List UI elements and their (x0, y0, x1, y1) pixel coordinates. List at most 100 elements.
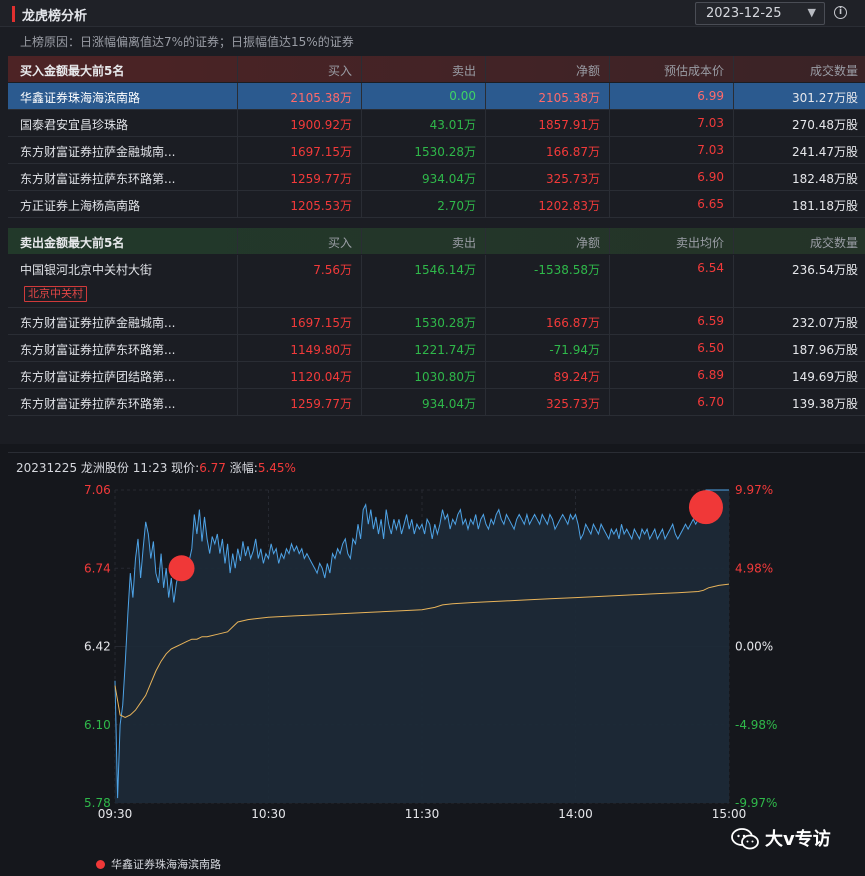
volume-value: 236.54万股 (792, 263, 858, 277)
net-amount: 325.73万 (546, 397, 600, 411)
legend-marker-icon (96, 860, 105, 869)
y-tick-left: 6.74 (84, 561, 111, 575)
price-value: 6.65 (697, 197, 724, 211)
volume-value: 149.69万股 (792, 370, 858, 384)
trade-marker[interactable] (168, 555, 195, 582)
broker-name: 中国银河北京中关村大街 (20, 263, 153, 277)
sell-amount: 1030.80万 (414, 370, 476, 384)
y-tick-right: -4.98% (735, 718, 777, 732)
sell-amount: 1546.14万 (414, 263, 476, 277)
title-accent (12, 6, 15, 22)
net-amount: 2105.38万 (538, 91, 600, 105)
table-row[interactable]: 中国银河北京中关村大街北京中关村 7.56万 1546.14万 -1538.58万 6.… (8, 255, 865, 308)
broker-name: 东方财富证券拉萨金融城南... (20, 316, 176, 330)
buy-amount: 1259.77万 (290, 397, 352, 411)
net-amount: 166.87万 (546, 316, 600, 330)
sell-table-header: 卖出金额最大前5名 买入 卖出 净额 卖出均价 成交数量 (8, 228, 865, 254)
table-row[interactable]: 东方财富证券拉萨东环路第... 1149.80万 1221.74万 -71.94万 6.… (8, 335, 865, 362)
broker-name: 东方财富证券拉萨团结路第... (20, 370, 176, 384)
date-value: 2023-12-25 (706, 6, 782, 21)
buy-amount: 1205.53万 (290, 199, 352, 213)
listing-reason: 上榜原因：日涨幅偏离值达7%的证券；日振幅值达15%的证券 (20, 35, 354, 49)
net-amount: 89.24万 (553, 370, 600, 384)
volume-value: 241.47万股 (792, 145, 858, 159)
trade-marker[interactable] (688, 490, 723, 525)
col-cost: 预估成本价 (663, 64, 724, 78)
net-amount: 1202.83万 (538, 199, 600, 213)
intraday-chart-panel: 20231225 龙洲股份 11:23 现价:6.77 涨幅:5.45% 7.0… (8, 452, 865, 876)
broker-name: 华鑫证券珠海海滨南路 (20, 91, 141, 105)
chevron-down-icon: ▼ (807, 6, 816, 19)
buy-table-header: 买入金额最大前5名 买入 卖出 净额 预估成本价 成交数量 (8, 56, 865, 82)
broker-name: 东方财富证券拉萨金融城南... (20, 145, 176, 159)
table-row[interactable]: 东方财富证券拉萨金融城南... 1697.15万 1530.28万 166.87万 6.… (8, 308, 865, 335)
table-row[interactable]: 方正证券上海杨高南路 1205.53万 2.70万 1202.83万 6.65 181.1… (8, 191, 865, 218)
panel-title: 龙虎榜分析 (22, 9, 88, 24)
buy-amount: 1697.15万 (290, 316, 352, 330)
table-row[interactable]: 华鑫证券珠海海滨南路 2105.38万 0.00 2105.38万 6.99 301.27… (8, 83, 865, 110)
y-tick-right: 4.98% (735, 561, 773, 575)
col-volume: 成交数量 (809, 236, 858, 250)
table-row[interactable]: 国泰君安宜昌珍珠路 1900.92万 43.01万 1857.91万 7.03 270.4… (8, 110, 865, 137)
sell-amount: 1221.74万 (414, 343, 476, 357)
intraday-chart[interactable]: 7.066.746.426.105.789.97%4.98%0.00%-4.98… (8, 453, 865, 876)
broker-name: 方正证券上海杨高南路 (20, 199, 141, 213)
table-row[interactable]: 东方财富证券拉萨东环路第... 1259.77万 934.04万 325.73万 6.9… (8, 164, 865, 191)
buy-amount: 2105.38万 (290, 91, 352, 105)
y-tick-right: 0.00% (735, 640, 773, 654)
col-buy: 买入 (327, 64, 352, 78)
title-bar: 龙虎榜分析 2023-12-25 ▼ i (0, 0, 865, 27)
sell-amount: 1530.28万 (414, 316, 476, 330)
watermark: 大v专访 (731, 825, 831, 851)
y-tick-left: 6.10 (84, 718, 111, 732)
col-sell: 卖出 (451, 64, 476, 78)
volume-value: 301.27万股 (792, 91, 858, 105)
location-tag: 北京中关村 (24, 286, 87, 302)
price-value: 7.03 (697, 143, 724, 157)
sell-amount: 1530.28万 (414, 145, 476, 159)
net-amount: -1538.58万 (534, 263, 600, 277)
volume-value: 187.96万股 (792, 343, 858, 357)
col-avg-price: 卖出均价 (675, 236, 724, 250)
price-value: 6.99 (697, 89, 724, 103)
col-net: 净额 (575, 236, 600, 250)
sell-amount: 934.04万 (422, 397, 476, 411)
col-net: 净额 (575, 64, 600, 78)
price-value: 6.90 (697, 170, 724, 184)
price-value: 6.59 (697, 314, 724, 328)
chart-legend[interactable]: 华鑫证券珠海海滨南路 (96, 856, 221, 872)
sell-amount: 43.01万 (429, 118, 476, 132)
x-tick: 09:30 (98, 807, 133, 821)
buy-amount: 1120.04万 (290, 370, 352, 384)
broker-name: 东方财富证券拉萨东环路第... (20, 343, 176, 357)
buy-amount: 7.56万 (313, 263, 352, 277)
sell-amount: 934.04万 (422, 172, 476, 186)
buy-amount: 1697.15万 (290, 145, 352, 159)
date-dropdown[interactable]: 2023-12-25 ▼ (695, 2, 825, 25)
broker-name: 东方财富证券拉萨东环路第... (20, 397, 176, 411)
buy-amount: 1149.80万 (290, 343, 352, 357)
price-value: 7.03 (697, 116, 724, 130)
watermark-text: 大v专访 (765, 829, 831, 850)
sell-amount: 2.70万 (437, 199, 476, 213)
table-row[interactable]: 东方财富证券拉萨团结路第... 1120.04万 1030.80万 89.24万 6.8… (8, 362, 865, 389)
x-tick: 14:00 (558, 807, 593, 821)
buy-table-title: 买入金额最大前5名 (20, 64, 125, 78)
volume-value: 232.07万股 (792, 316, 858, 330)
broker-name: 东方财富证券拉萨东环路第... (20, 172, 176, 186)
buy-amount: 1900.92万 (290, 118, 352, 132)
net-amount: 325.73万 (546, 172, 600, 186)
info-icon[interactable]: i (834, 6, 847, 19)
price-value: 6.54 (697, 261, 724, 275)
x-tick: 10:30 (251, 807, 286, 821)
col-volume: 成交数量 (809, 64, 858, 78)
price-value: 6.89 (697, 368, 724, 382)
y-tick-left: 7.06 (84, 483, 111, 497)
net-amount: -71.94万 (549, 343, 600, 357)
sell-table-title: 卖出金额最大前5名 (20, 236, 125, 250)
buy-amount: 1259.77万 (290, 172, 352, 186)
table-row[interactable]: 东方财富证券拉萨金融城南... 1697.15万 1530.28万 166.87万 7.… (8, 137, 865, 164)
table-row[interactable]: 东方财富证券拉萨东环路第... 1259.77万 934.04万 325.73万 6.7… (8, 389, 865, 416)
y-tick-left: 6.42 (84, 640, 111, 654)
wechat-icon (731, 828, 759, 850)
